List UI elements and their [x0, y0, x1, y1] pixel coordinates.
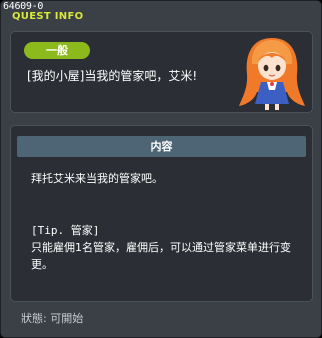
- quest-info-window: 64609-0 QUEST INFO 一般 [我的小屋]当我的管家吧，艾米! 内…: [0, 0, 322, 338]
- window-title: QUEST INFO: [12, 11, 84, 22]
- tip-label: [Tip. 管家]: [31, 224, 100, 237]
- npc-portrait-icon: [239, 38, 305, 110]
- quest-summary-panel: 一般 [我的小屋]当我的管家吧，艾米!: [10, 31, 313, 113]
- quest-content-panel: 内容 拜托艾米来当我的管家吧。 [Tip. 管家] 只能雇佣1名管家，雇佣后，可…: [10, 125, 313, 302]
- quest-category-badge: 一般: [24, 42, 90, 59]
- quest-name: [我的小屋]当我的管家吧，艾米!: [27, 69, 198, 83]
- quest-description-text: 拜托艾米来当我的管家吧。: [31, 172, 163, 185]
- quest-description: 拜托艾米来当我的管家吧。: [31, 171, 301, 187]
- tip-text: 只能雇佣1名管家，雇佣后，可以通过管家菜单进行变更。: [31, 241, 291, 271]
- content-section-header: 内容: [17, 136, 306, 157]
- quest-status: 狀態: 可開始: [21, 312, 84, 325]
